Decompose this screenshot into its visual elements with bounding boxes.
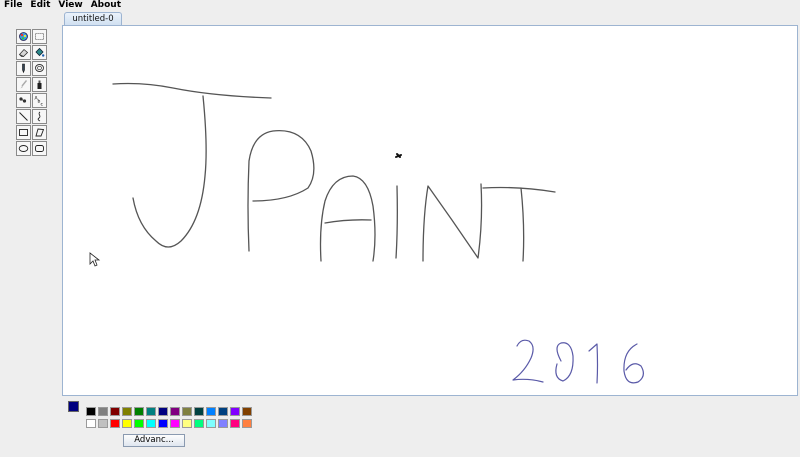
menu-about[interactable]: About [87, 0, 125, 11]
color-swatch[interactable] [86, 419, 96, 428]
color-swatch[interactable] [110, 419, 120, 428]
color-swatch[interactable] [242, 407, 252, 416]
curve-icon [37, 111, 41, 122]
tool-grid: Abc [16, 29, 47, 156]
svg-text:c: c [41, 103, 44, 107]
text-icon: Abc [35, 96, 44, 107]
stroke-digit-0 [555, 342, 574, 382]
polygon-icon [35, 128, 45, 137]
color-swatch[interactable] [230, 419, 240, 428]
menu-bar: File Edit View About [0, 0, 800, 11]
fill-bucket-tool[interactable] [32, 45, 47, 60]
pencil-icon [22, 63, 25, 74]
color-swatch[interactable] [146, 407, 156, 416]
stroke-j-stem [132, 95, 207, 248]
stroke-i-dot [395, 153, 402, 158]
tab-untitled[interactable]: untitled-0 [64, 12, 122, 26]
color-swatch[interactable] [194, 407, 204, 416]
polygon-tool[interactable] [32, 125, 47, 140]
stroke-digit-1 [588, 343, 599, 384]
color-swatch[interactable] [218, 407, 228, 416]
stroke-t-stem [520, 187, 525, 262]
eraser-icon [18, 48, 29, 57]
color-swatch[interactable] [170, 407, 180, 416]
curve-tool[interactable] [32, 109, 47, 124]
palette-row-2 [86, 419, 252, 428]
line-icon [19, 112, 28, 121]
rectangle-tool[interactable] [16, 125, 31, 140]
color-swatch[interactable] [146, 419, 156, 428]
color-swatch[interactable] [110, 407, 120, 416]
color-swatch[interactable] [182, 419, 192, 428]
spray-icon [37, 80, 42, 89]
color-swatch[interactable] [158, 407, 168, 416]
current-color-swatch [68, 401, 79, 412]
menu-view[interactable]: View [54, 0, 86, 11]
color-swatch[interactable] [98, 419, 108, 428]
advanced-colors-button[interactable]: Advanc... [123, 434, 185, 447]
color-swatch[interactable] [170, 419, 180, 428]
color-swatch[interactable] [122, 407, 132, 416]
color-swatch[interactable] [230, 407, 240, 416]
fill-bucket-icon [35, 47, 45, 57]
rounded-rectangle-tool[interactable] [32, 141, 47, 156]
lasso-icon [35, 64, 44, 72]
color-picker-tool[interactable] [16, 29, 31, 44]
mouse-cursor-icon [89, 252, 101, 267]
color-swatch[interactable] [158, 419, 168, 428]
color-swatch[interactable] [98, 407, 108, 416]
brush-tool[interactable] [16, 77, 31, 92]
color-swatch[interactable] [134, 407, 144, 416]
color-swatch[interactable] [242, 419, 252, 428]
color-palette: Advanc... [62, 396, 800, 457]
line-tool[interactable] [16, 109, 31, 124]
stroke-a-outline [319, 175, 376, 262]
color-swatch[interactable] [122, 419, 132, 428]
ellipse-tool[interactable] [16, 141, 31, 156]
rectangle-select-tool[interactable] [32, 29, 47, 44]
color-swatch[interactable] [134, 419, 144, 428]
stroke-j-top [112, 82, 272, 99]
stroke-t-top [482, 186, 556, 193]
palette-row-1 [86, 407, 252, 416]
color-swatch[interactable] [218, 419, 228, 428]
lasso-tool[interactable] [32, 61, 47, 76]
color-picker-icon [19, 32, 28, 41]
stroke-n [422, 183, 483, 262]
stroke-i-stem [395, 185, 398, 259]
ellipse-icon [18, 145, 29, 152]
stroke-digit-6 [623, 343, 644, 384]
brush-icon [20, 80, 28, 89]
color-swatch[interactable] [206, 419, 216, 428]
color-swatch[interactable] [86, 407, 96, 416]
canvas-drawing [89, 82, 644, 384]
text-tool[interactable]: Abc [32, 93, 47, 108]
drawing-canvas[interactable] [62, 25, 798, 396]
spray-tool[interactable] [32, 77, 47, 92]
rectangle-icon [19, 129, 28, 136]
menu-edit[interactable]: Edit [26, 0, 54, 11]
zoom-icon [19, 97, 27, 103]
eraser-tool[interactable] [16, 45, 31, 60]
zoom-tool[interactable] [16, 93, 31, 108]
stroke-digit-2 [512, 339, 544, 383]
stroke-a-bar [324, 219, 372, 224]
color-swatch[interactable] [194, 419, 204, 428]
rectangle-select-icon [35, 33, 44, 40]
stroke-p [247, 130, 315, 252]
pencil-tool[interactable] [16, 61, 31, 76]
rounded-rectangle-icon [35, 145, 44, 152]
color-swatch[interactable] [206, 407, 216, 416]
color-swatch[interactable] [182, 407, 192, 416]
tool-panel: Abc [0, 11, 62, 457]
menu-file[interactable]: File [0, 0, 26, 11]
